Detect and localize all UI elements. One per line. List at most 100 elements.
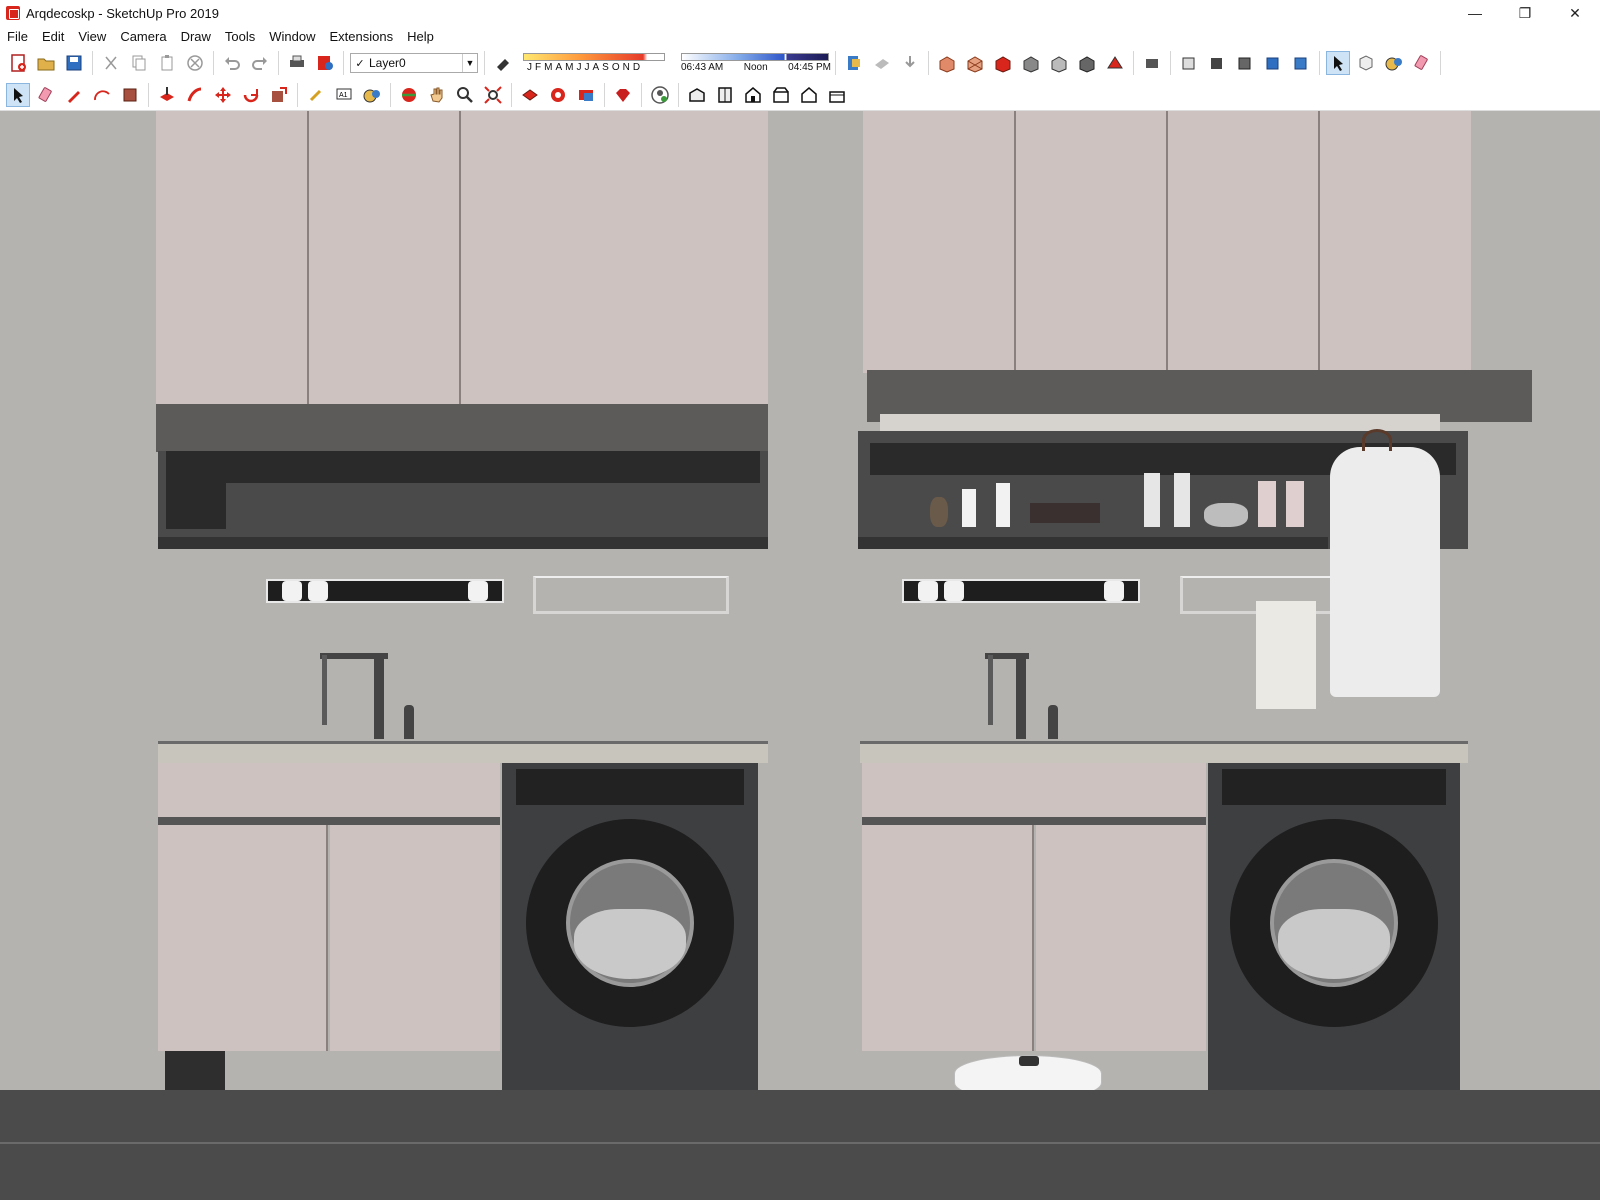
open-folder-icon[interactable] <box>34 51 58 75</box>
menu-window[interactable]: Window <box>262 29 322 44</box>
section-fill-icon[interactable] <box>870 51 894 75</box>
right-lower-door[interactable] <box>1036 825 1206 1051</box>
close-button[interactable]: ✕ <box>1550 0 1600 26</box>
left-lower-door[interactable] <box>158 825 328 1051</box>
eraser-tool-icon[interactable] <box>34 83 58 107</box>
left-washing-machine[interactable] <box>502 763 758 1101</box>
menu-view[interactable]: View <box>71 29 113 44</box>
layer-dropdown[interactable]: ✓ Layer0 ▼ <box>350 53 478 73</box>
tape-measure-icon[interactable] <box>304 83 328 107</box>
menu-edit[interactable]: Edit <box>35 29 71 44</box>
erase-delete-icon[interactable] <box>183 51 207 75</box>
minimize-button[interactable]: — <box>1450 0 1500 26</box>
paint-tool-icon[interactable] <box>360 83 384 107</box>
back-edges-icon[interactable] <box>963 51 987 75</box>
rotate-icon[interactable] <box>239 83 263 107</box>
right-shelf-bottom <box>858 537 1328 549</box>
menu-draw[interactable]: Draw <box>174 29 218 44</box>
model-info-icon[interactable] <box>313 51 337 75</box>
iso-house-icon[interactable] <box>685 83 709 107</box>
left-faucet-spout <box>322 655 327 725</box>
front-view-icon[interactable] <box>1233 51 1257 75</box>
hidden-line-icon[interactable] <box>1019 51 1043 75</box>
right-washing-machine[interactable] <box>1208 763 1460 1101</box>
user-account-icon[interactable] <box>648 83 672 107</box>
front-house-icon[interactable] <box>741 83 765 107</box>
time-slider[interactable]: 06:43 AM Noon 04:45 PM <box>681 50 831 76</box>
scale-icon[interactable] <box>267 83 291 107</box>
pan-hand-icon[interactable] <box>425 83 449 107</box>
push-pull-icon[interactable] <box>155 83 179 107</box>
textured-icon[interactable] <box>1075 51 1099 75</box>
menu-extensions[interactable]: Extensions <box>323 29 401 44</box>
share-model-icon[interactable] <box>546 83 570 107</box>
print-icon[interactable] <box>285 51 309 75</box>
move-icon[interactable] <box>211 83 235 107</box>
shadow-panel: J F M A M J J A S O N D 06:43 AM Noon 04… <box>523 50 831 76</box>
month-slider[interactable]: J F M A M J J A S O N D <box>523 50 671 76</box>
zoom-extents-icon[interactable] <box>481 83 505 107</box>
paint-bucket-icon[interactable] <box>1382 51 1406 75</box>
right-house-icon[interactable] <box>769 83 793 107</box>
line-pencil-icon[interactable] <box>62 83 86 107</box>
paste-icon[interactable] <box>155 51 179 75</box>
month-label: J <box>576 62 582 73</box>
right-view-icon[interactable] <box>1261 51 1285 75</box>
orbit-icon[interactable] <box>397 83 421 107</box>
top-house-icon[interactable] <box>713 83 737 107</box>
text-label-icon[interactable]: A1 <box>332 83 356 107</box>
drawer-gap <box>862 817 1206 825</box>
model-viewport[interactable] <box>0 111 1600 1200</box>
wireframe-icon[interactable] <box>991 51 1015 75</box>
select-arrow-icon[interactable] <box>1326 51 1350 75</box>
menu-tools[interactable]: Tools <box>218 29 262 44</box>
extension-warehouse-icon[interactable] <box>574 83 598 107</box>
shaded-icon[interactable] <box>1047 51 1071 75</box>
make-component-icon[interactable] <box>1354 51 1378 75</box>
back-view-icon[interactable] <box>1289 51 1313 75</box>
menu-help[interactable]: Help <box>400 29 441 44</box>
right-lower-door[interactable] <box>862 825 1034 1051</box>
save-icon[interactable] <box>62 51 86 75</box>
month-labels: J F M A M J J A S O N D <box>527 62 640 73</box>
section-plane-icon[interactable] <box>842 51 866 75</box>
zoom-icon[interactable] <box>453 83 477 107</box>
style-tools <box>929 51 1134 75</box>
left-lower-door[interactable] <box>330 825 500 1051</box>
socket <box>944 581 964 601</box>
back-house-icon[interactable] <box>797 83 821 107</box>
copy-icon[interactable] <box>127 51 151 75</box>
left-lower-drawer[interactable] <box>158 763 500 821</box>
left-house-icon[interactable] <box>825 83 849 107</box>
ruby-console-icon[interactable] <box>611 83 635 107</box>
undo-icon[interactable] <box>220 51 244 75</box>
component-icon[interactable] <box>1140 51 1164 75</box>
arc-icon[interactable] <box>90 83 114 107</box>
iso-view-icon[interactable] <box>1177 51 1201 75</box>
menu-file[interactable]: File <box>0 29 35 44</box>
washer-control-panel <box>516 769 744 805</box>
edit-tools <box>93 51 214 75</box>
xray-style-icon[interactable] <box>935 51 959 75</box>
top-view-icon[interactable] <box>1205 51 1229 75</box>
redo-icon[interactable] <box>248 51 272 75</box>
left-upper-cabinet[interactable] <box>156 111 768 406</box>
time-slider-track <box>681 53 829 61</box>
warehouse-icon[interactable] <box>518 83 542 107</box>
pump-bottle <box>1286 481 1304 527</box>
monochrome-icon[interactable] <box>1103 51 1127 75</box>
shadow-settings-icon[interactable] <box>491 51 515 75</box>
new-file-icon[interactable] <box>6 51 30 75</box>
shadow-tools: J F M A M J J A S O N D 06:43 AM Noon 04… <box>484 51 836 75</box>
maximize-button[interactable]: ❐ <box>1500 0 1550 26</box>
menu-camera[interactable]: Camera <box>113 29 173 44</box>
select-tool-icon[interactable] <box>6 83 30 107</box>
modify-tools <box>149 83 298 107</box>
rectangle-icon[interactable] <box>118 83 142 107</box>
cut-icon[interactable] <box>99 51 123 75</box>
section-cut-icon[interactable] <box>898 51 922 75</box>
eraser-icon[interactable] <box>1410 51 1434 75</box>
follow-me-icon[interactable] <box>183 83 207 107</box>
right-lower-drawer[interactable] <box>862 763 1206 821</box>
right-upper-cabinet[interactable] <box>863 111 1471 373</box>
